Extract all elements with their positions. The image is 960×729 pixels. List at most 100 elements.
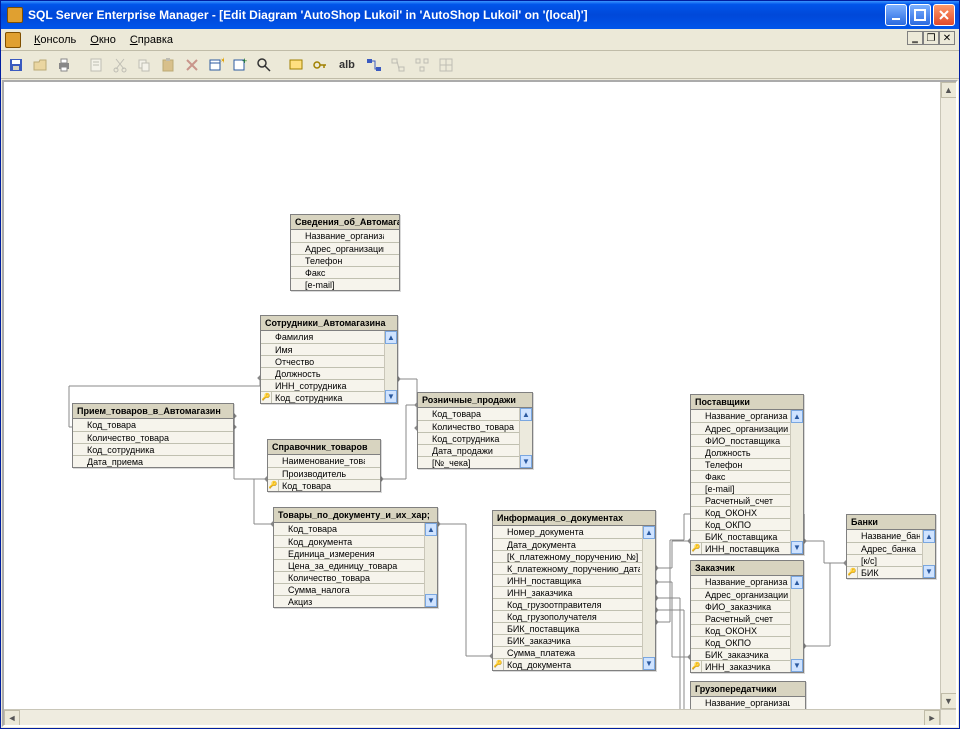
db-column[interactable]: Название_организации [691, 410, 803, 422]
db-column[interactable]: Количество_товара [274, 571, 437, 583]
relationships-icon[interactable] [363, 54, 385, 76]
horizontal-scrollbar[interactable]: ◄ ► [4, 709, 940, 725]
db-column[interactable]: Код_документа [274, 535, 437, 547]
db-column[interactable]: Код_грузоотправителя [493, 598, 655, 610]
db-column[interactable]: Количество_товара [73, 431, 233, 443]
menu-item[interactable]: Окно [83, 32, 123, 48]
db-column[interactable]: Имя [261, 343, 397, 355]
db-table-sotrudniki[interactable]: Сотрудники_АвтомагазинаФамилияИмяОтчеств… [260, 315, 398, 404]
db-column[interactable]: Наименование_товара [268, 455, 380, 467]
save-icon[interactable] [5, 54, 27, 76]
db-table-title[interactable]: Банки [847, 515, 935, 530]
db-column[interactable]: Факс [291, 266, 399, 278]
db-column[interactable]: ИНН_заказчика [691, 660, 803, 672]
db-column[interactable]: Название_организации [691, 697, 805, 709]
maximize-button[interactable] [909, 4, 931, 26]
db-column[interactable]: Адрес_организации [691, 422, 803, 434]
db-table-title[interactable]: Сотрудники_Автомагазина [261, 316, 397, 331]
scroll-track[interactable] [425, 536, 437, 594]
db-column[interactable]: Код_ОКПО [691, 636, 803, 648]
scroll-right-button[interactable]: ► [924, 710, 940, 726]
annotation-icon[interactable] [285, 54, 307, 76]
db-column[interactable]: К_платежному_поручению_дата [493, 562, 655, 574]
db-table-spravochnik[interactable]: Справочник_товаровНаименование_товараПро… [267, 439, 381, 492]
db-table-tovary_doc[interactable]: Товары_по_документу_и_их_хар;Код_товараК… [273, 507, 438, 608]
db-column[interactable]: Код_грузополучателя [493, 610, 655, 622]
db-column[interactable]: Код_ОКОНХ [691, 624, 803, 636]
db-column[interactable]: ФИО_заказчика [691, 600, 803, 612]
menu-item[interactable]: Справка [123, 32, 180, 48]
key-icon[interactable] [309, 54, 331, 76]
column-list-scrollbar[interactable]: ▲▼ [519, 408, 532, 468]
db-column[interactable]: Расчетный_счет [691, 494, 803, 506]
db-column[interactable]: Код_документа [493, 658, 655, 670]
db-column[interactable]: Код_товара [268, 479, 380, 491]
db-table-title[interactable]: Розничные_продажи [418, 393, 532, 408]
show-labels-icon[interactable] [387, 54, 409, 76]
db-column[interactable]: Единица_измерения [274, 547, 437, 559]
scroll-up-button[interactable]: ▲ [941, 82, 957, 98]
db-column[interactable]: [e-mail] [691, 482, 803, 494]
db-table-roznitsa[interactable]: Розничные_продажиКод_товараКоличество_то… [417, 392, 533, 469]
scroll-track[interactable] [791, 589, 803, 659]
db-column[interactable]: Расчетный_счет [691, 612, 803, 624]
paste-icon[interactable] [157, 54, 179, 76]
db-column[interactable]: Телефон [291, 254, 399, 266]
db-column[interactable]: Адрес_организации [691, 588, 803, 600]
delete-icon[interactable] [181, 54, 203, 76]
page-breaks-icon[interactable] [435, 54, 457, 76]
zoom-icon[interactable] [253, 54, 275, 76]
scroll-up-icon[interactable]: ▲ [425, 523, 437, 536]
db-column[interactable]: Код_сотрудника [73, 443, 233, 455]
scroll-down-icon[interactable]: ▼ [791, 541, 803, 554]
db-column[interactable]: ИНН_поставщика [493, 574, 655, 586]
db-column[interactable]: Код_сотрудника [261, 391, 397, 403]
db-column[interactable]: Адрес_организации [291, 242, 399, 254]
cut-icon[interactable] [109, 54, 131, 76]
scroll-down-button[interactable]: ▼ [941, 693, 957, 709]
menu-item[interactable]: Консоль [27, 32, 83, 48]
db-column[interactable]: Код_сотрудника [418, 432, 532, 444]
db-column[interactable]: Производитель [268, 467, 380, 479]
db-column[interactable]: Отчество [261, 355, 397, 367]
db-column[interactable]: Код_товара [73, 419, 233, 431]
db-column[interactable]: ИНН_заказчика [493, 586, 655, 598]
scroll-up-icon[interactable]: ▲ [923, 530, 935, 543]
db-column[interactable]: БИК_заказчика [493, 634, 655, 646]
new-table-icon[interactable]: ✶ [205, 54, 227, 76]
mdi-app-icon[interactable] [5, 32, 21, 48]
db-table-zakazchik[interactable]: ЗаказчикНазвание_организацииАдрес_органи… [690, 560, 804, 673]
mdi-minimize-button[interactable]: ‗ [907, 31, 923, 45]
scroll-track[interactable] [385, 344, 397, 390]
vertical-scrollbar[interactable]: ▲ ▼ [940, 82, 956, 709]
titlebar[interactable]: SQL Server Enterprise Manager - [Edit Di… [1, 1, 959, 29]
db-column[interactable]: БИК_поставщика [493, 622, 655, 634]
scroll-down-icon[interactable]: ▼ [923, 565, 935, 578]
db-column[interactable]: ФИО_поставщика [691, 434, 803, 446]
scroll-up-icon[interactable]: ▲ [520, 408, 532, 421]
print-icon[interactable] [53, 54, 75, 76]
db-column[interactable]: Название_организации [291, 230, 399, 242]
db-column[interactable]: Дата_приема [73, 455, 233, 467]
db-column[interactable]: Код_товара [418, 408, 532, 420]
scroll-up-icon[interactable]: ▲ [643, 526, 655, 539]
scroll-down-icon[interactable]: ▼ [385, 390, 397, 403]
column-list-scrollbar[interactable]: ▲▼ [922, 530, 935, 578]
db-column[interactable]: [К_платежному_поручению_№] [493, 550, 655, 562]
db-table-title[interactable]: Информация_о_документах [493, 511, 655, 526]
close-button[interactable] [933, 4, 955, 26]
db-table-banki[interactable]: БанкиНазвание_банкаАдрес_банка[к/с]БИК▲▼ [846, 514, 936, 579]
db-column[interactable]: БИК_поставщика [691, 530, 803, 542]
diagram-canvas[interactable]: Сведения_об_Автомага:Название_организаци… [4, 82, 940, 709]
text-tool-button[interactable]: alb [333, 59, 361, 71]
db-column[interactable]: Акциз [274, 595, 437, 607]
column-list-scrollbar[interactable]: ▲▼ [384, 331, 397, 403]
arrange-icon[interactable] [411, 54, 433, 76]
db-column[interactable]: ИНН_сотрудника [261, 379, 397, 391]
copy-icon[interactable] [133, 54, 155, 76]
db-table-title[interactable]: Сведения_об_Автомага: [291, 215, 399, 230]
db-column[interactable]: Должность [691, 446, 803, 458]
db-column[interactable]: Количество_товара [418, 420, 532, 432]
db-column[interactable]: Код_товара [274, 523, 437, 535]
scroll-track[interactable] [520, 421, 532, 455]
